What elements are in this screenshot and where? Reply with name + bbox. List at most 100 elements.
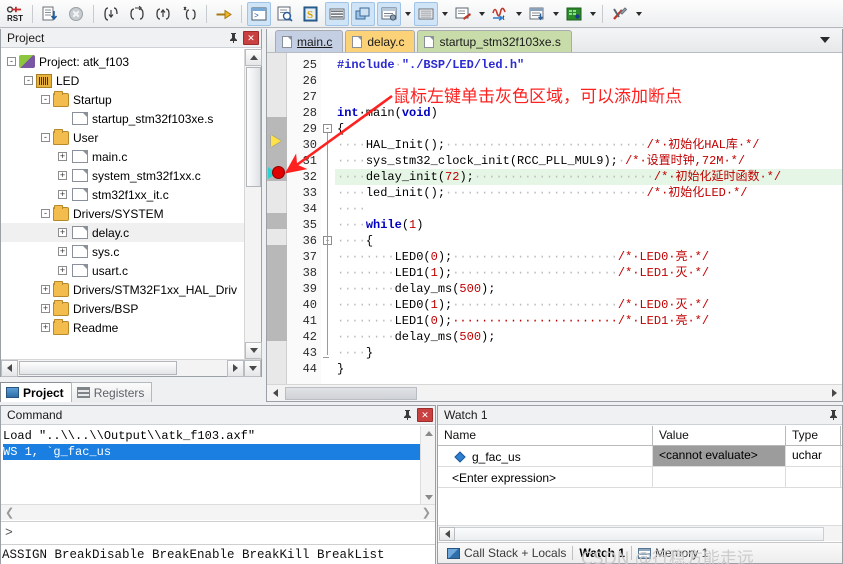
watch-rows[interactable]: g_fac_us <cannot evaluate> uchar <Enter exp… [438,446,842,518]
tree-item-main-c[interactable]: + main.c [1,147,244,166]
editor-tab-startup-stm32f103xe-s[interactable]: startup_stm32f103xe.s [417,30,572,52]
expand-icon[interactable]: + [58,228,67,237]
code-line[interactable]: #include·"./BSP/LED/led.h" [337,57,524,73]
serial-windows-dropdown-arrow[interactable] [476,2,487,26]
scroll-down-corner-button[interactable] [244,359,261,377]
step-into-button[interactable] [99,2,123,26]
command-scroll-left-button[interactable]: ❮ [5,506,14,519]
tree-item-startup[interactable]: - Startup [1,90,244,109]
expand-icon[interactable]: + [58,152,67,161]
fold-toggle-icon[interactable]: - [323,124,332,133]
system-viewer-button[interactable] [562,2,586,26]
tree-item-drivers-stm32f1xx-hal-driv[interactable]: + Drivers/STM32F1xx_HAL_Driv [1,280,244,299]
disassembly-window-button[interactable] [273,2,297,26]
pin-icon[interactable] [400,408,414,423]
watch-row[interactable]: <Enter expression> [438,467,842,488]
project-tree-vertical-scrollbar[interactable] [244,49,262,359]
editor-tab-main-c[interactable]: main.c [275,30,344,52]
editor-horizontal-scrollbar[interactable] [267,384,842,401]
code-line[interactable]: } [337,361,344,377]
code-line[interactable]: ····led_init();·························… [337,185,747,201]
command-window-button[interactable]: > [247,1,271,26]
command-scroll-right-button[interactable]: ❯ [422,506,431,519]
tab-registers[interactable]: Registers [70,382,153,402]
close-icon[interactable]: ✕ [417,408,433,422]
command-output[interactable]: Load "..\\..\\Output\\atk_f103.axf" WS 1,… [1,426,435,504]
collapse-icon[interactable]: - [7,57,16,66]
tree-item-drivers-bsp[interactable]: + Drivers/BSP [1,299,244,318]
code-line[interactable]: ········LED1(1);·······················/… [337,265,709,281]
tree-item-system-stm32f1xx-c[interactable]: + system_stm32f1xx.c [1,166,244,185]
expand-icon[interactable]: + [41,285,50,294]
expand-icon[interactable]: + [41,323,50,332]
project-tree-horizontal-scrollbar[interactable] [1,359,261,377]
code-line[interactable]: ········delay_ms(500); [337,329,495,345]
watch-column-header-name[interactable]: Name [438,426,653,445]
code-line[interactable]: ········LED0(1);·······················/… [337,297,709,313]
code-line[interactable]: ···· [337,201,366,217]
tree-item-led[interactable]: - LED [1,71,244,90]
project-tree[interactable]: - Project: atk_f103- LED - Startup startup_st… [1,49,244,359]
hscroll-thumb[interactable] [19,361,177,375]
collapse-icon[interactable]: - [24,76,33,85]
code-folding-gutter[interactable]: -- [321,53,335,384]
breakpoint-icon[interactable] [272,166,285,179]
trace-windows-button[interactable] [525,2,549,26]
editor-hscroll-thumb[interactable] [285,387,417,400]
tab-project[interactable]: Project [0,382,72,402]
bottom-tab-call-stack-locals[interactable]: Call Stack + Locals [441,544,572,563]
code-line[interactable]: ········LED0(0);·······················/… [337,249,709,265]
collapse-icon[interactable]: - [41,133,50,142]
tree-item-project-atk-f103[interactable]: - Project: atk_f103 [1,52,244,71]
watch-horizontal-scrollbar[interactable] [438,525,842,541]
watch-name-cell[interactable]: <Enter expression> [438,467,653,487]
tree-item-usart-c[interactable]: + usart.c [1,261,244,280]
command-output-horizontal-scrollbar[interactable]: ❮ ❯ [1,504,435,520]
tree-item-stm32f1xx-it-c[interactable]: + stm32f1xx_it.c [1,185,244,204]
stop-button[interactable] [64,2,88,26]
watch-windows-button[interactable] [377,1,401,26]
command-output-vertical-scrollbar[interactable] [420,426,435,504]
symbols-window-button[interactable]: S [299,2,323,26]
code-line[interactable]: int·main(void) [337,105,438,121]
code-line[interactable]: { [337,121,344,137]
code-line[interactable]: ····sys_stm32_clock_init(RCC_PLL_MUL9);·… [337,153,745,169]
analysis-windows-dropdown-arrow[interactable] [513,2,524,26]
command-scroll-up-button[interactable] [421,426,436,440]
tree-item-readme[interactable]: + Readme [1,318,244,337]
tree-item-sys-c[interactable]: + sys.c [1,242,244,261]
code-line[interactable]: ····while(1) [337,217,423,233]
expand-icon[interactable]: + [58,171,67,180]
pin-icon[interactable] [226,31,240,46]
reset-button[interactable]: RST [3,2,27,26]
code-line[interactable]: ········delay_ms(500); [337,281,495,297]
code-line[interactable]: ····} [337,345,373,361]
trace-windows-dropdown-arrow[interactable] [550,2,561,26]
expand-icon[interactable]: + [41,304,50,313]
tree-item-delay-c[interactable]: + delay.c [1,223,244,242]
analysis-windows-button[interactable]: t [488,2,512,26]
toolbox-dropdown-arrow[interactable] [633,2,644,26]
registers-window-button[interactable] [325,1,349,26]
call-stack-window-button[interactable] [351,1,375,26]
watch-value-cell[interactable]: <cannot evaluate> [653,446,786,466]
step-out-button[interactable] [151,2,175,26]
tree-item-startup-stm32f103xe-s[interactable]: startup_stm32f103xe.s [1,109,244,128]
system-viewer-dropdown-arrow[interactable] [587,2,598,26]
expand-icon[interactable]: + [58,266,67,275]
editor-tab-delay-c[interactable]: delay.c [345,30,416,52]
watch-value-cell[interactable] [653,467,786,487]
step-over-button[interactable] [125,2,149,26]
scroll-left-button[interactable] [1,359,18,377]
code-line[interactable]: ········LED1(0);·······················/… [337,313,709,329]
scroll-thumb[interactable] [246,67,261,187]
watch-column-header-type[interactable]: Type [786,426,841,445]
scroll-right-button[interactable] [227,359,244,377]
run-to-cursor-button[interactable] [38,2,62,26]
watch-windows-dropdown-arrow[interactable] [402,2,413,26]
expand-icon[interactable]: + [58,247,67,256]
tree-item-drivers-system[interactable]: - Drivers/SYSTEM [1,204,244,223]
watch-row[interactable]: g_fac_us <cannot evaluate> uchar [438,446,842,467]
code-line[interactable]: ····HAL_Init();·························… [337,137,759,153]
editor-scroll-left-button[interactable] [267,385,283,401]
